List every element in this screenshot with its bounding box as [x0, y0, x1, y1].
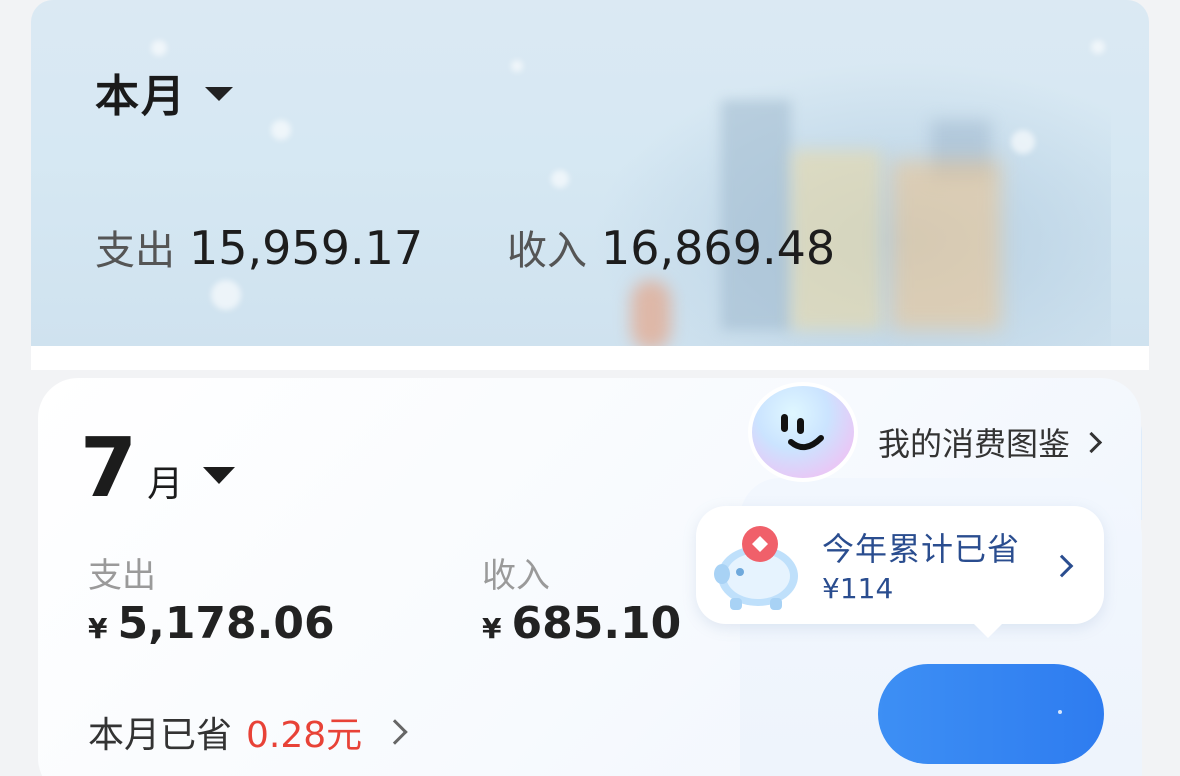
banner-income-label: 收入: [507, 228, 587, 274]
month-saved-amount: 0.28元: [246, 715, 363, 756]
month-expense-value: 5,178.06: [117, 598, 335, 649]
month-expense-label: 支出: [88, 556, 156, 596]
banner-expense-value: 15,959.17: [189, 221, 424, 275]
consumption-catalog-link[interactable]: 我的消费图鉴: [878, 419, 1103, 465]
month-saved-label: 本月已省: [88, 715, 233, 756]
caret-down-icon: [205, 87, 233, 101]
banner-footer: [31, 346, 1149, 370]
month-expense-currency: ¥: [88, 612, 108, 645]
banner-expense-label: 支出: [95, 228, 175, 274]
yearly-savings-card[interactable]: 今年累计已省 ¥114: [696, 506, 1104, 638]
summary-banner: 本月 支出 15,959.17 收入 16,869.48: [31, 0, 1149, 346]
month-selector[interactable]: 7 月: [80, 421, 236, 516]
month-income-label: 收入: [482, 556, 550, 596]
month-saved-link[interactable]: 本月已省 0.28元: [88, 706, 408, 758]
chevron-right-icon: [1080, 431, 1103, 453]
month-income: ¥ 685.10: [482, 598, 681, 649]
month-expense: ¥ 5,178.06: [88, 598, 335, 649]
yearly-savings-amount: ¥114: [822, 572, 894, 605]
smiley-mascot-icon[interactable]: [748, 382, 858, 482]
month-income-currency: ¥: [482, 612, 502, 645]
chevron-right-icon: [1050, 554, 1074, 578]
period-label: 本月: [95, 71, 187, 122]
month-number: 7: [80, 421, 138, 516]
yearly-savings-title: 今年累计已省: [822, 530, 1021, 568]
month-unit: 月: [147, 464, 184, 505]
period-selector[interactable]: 本月: [95, 60, 233, 124]
sparkle-icon: [1058, 710, 1062, 714]
banner-income-value: 16,869.48: [601, 221, 836, 275]
primary-action-button[interactable]: [878, 664, 1104, 764]
piggy-bank-icon: [714, 526, 798, 610]
banner-expense: 支出 15,959.17: [95, 218, 423, 276]
chevron-right-icon: [382, 719, 408, 745]
screen: 本月 支出 15,959.17 收入 16,869.48 7 月 支出 ¥ 5,…: [0, 0, 1180, 776]
month-income-value: 685.10: [511, 598, 682, 649]
banner-income: 收入 16,869.48: [507, 218, 835, 276]
catalog-link-text: 我的消费图鉴: [878, 425, 1071, 463]
caret-down-icon: [203, 467, 236, 484]
